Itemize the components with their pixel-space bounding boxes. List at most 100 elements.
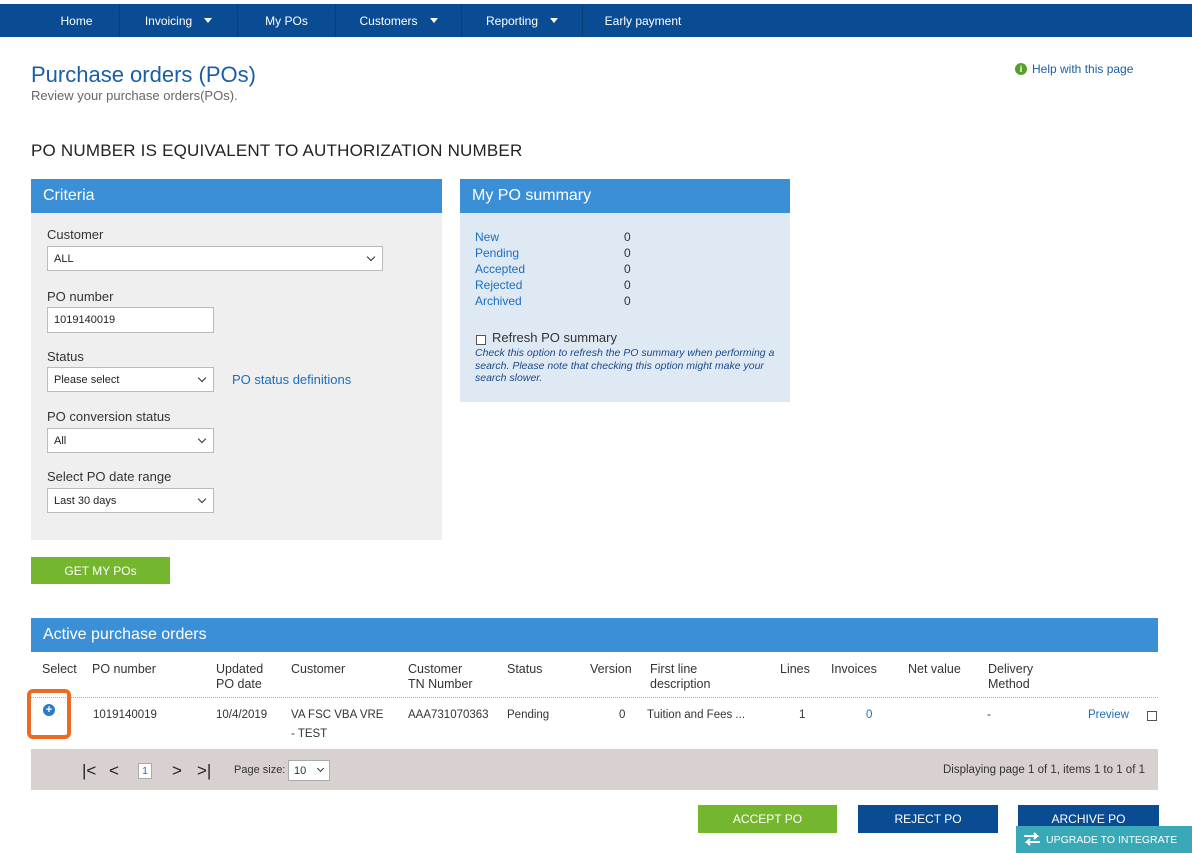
summary-value: 0: [624, 278, 631, 292]
summary-row-rejected[interactable]: Rejected 0: [475, 278, 635, 292]
chevron-down-icon: [204, 18, 213, 23]
chevron-down-icon: [316, 764, 325, 773]
nav-my-pos[interactable]: My POs: [238, 4, 336, 37]
summary-value: 0: [624, 294, 631, 308]
conversion-status-value: All: [54, 434, 67, 447]
row-updated: 10/4/2019: [216, 709, 268, 721]
summary-label: Rejected: [475, 278, 523, 292]
chevron-down-icon: [366, 252, 376, 262]
next-page-icon[interactable]: >: [172, 761, 182, 781]
row-customer: VA FSC VBA VRE - TEST: [291, 706, 383, 744]
summary-row-archived[interactable]: Archived 0: [475, 294, 635, 308]
nav-home-label: Home: [60, 13, 93, 28]
po-status-definitions-link[interactable]: PO status definitions: [232, 372, 351, 387]
col-updated-line2: PO date: [216, 677, 262, 691]
summary-row-accepted[interactable]: Accepted 0: [475, 262, 635, 276]
help-link[interactable]: i Help with this page: [1015, 62, 1133, 76]
summary-row-new[interactable]: New 0: [475, 230, 635, 244]
nav-invoicing[interactable]: Invoicing: [120, 4, 238, 37]
page-size-label: Page size:: [234, 764, 286, 776]
col-invoices[interactable]: Invoices: [831, 662, 877, 677]
pager: |< < 1 > >| Page size: 10 Displaying pag…: [31, 749, 1158, 790]
nav-customers-label: Customers: [359, 13, 418, 28]
refresh-summary-note: Check this option to refresh the PO summ…: [475, 347, 775, 384]
page-size-value: 10: [294, 764, 307, 777]
row-tn-number: AAA731070363: [408, 709, 489, 721]
summary-value: 0: [624, 230, 631, 244]
col-tn-number[interactable]: Customer TN Number: [408, 662, 473, 692]
customer-select-value: ALL: [54, 252, 74, 265]
first-page-icon[interactable]: |<: [82, 761, 96, 781]
row-checkbox[interactable]: [1147, 711, 1157, 721]
col-tn-line2: TN Number: [408, 677, 473, 691]
date-range-select[interactable]: Last 30 days: [47, 488, 214, 513]
conversion-status-select[interactable]: All: [47, 428, 214, 453]
info-icon: i: [1015, 63, 1027, 75]
summary-row-pending[interactable]: Pending 0: [475, 246, 635, 260]
criteria-title: Criteria: [31, 179, 442, 213]
row-status: Pending: [507, 709, 550, 721]
nav-home[interactable]: Home: [34, 4, 120, 37]
header-divider: [31, 697, 1158, 698]
pager-info: Displaying page 1 of 1, items 1 to 1 of …: [942, 764, 1145, 776]
col-delivery-line1: Delivery: [988, 662, 1034, 676]
po-number-label: PO number: [47, 289, 114, 304]
summary-label: Archived: [475, 294, 522, 308]
prev-page-icon[interactable]: <: [109, 761, 119, 781]
col-first-line-line1: First line: [650, 662, 698, 676]
swap-arrows-icon: [1024, 832, 1040, 846]
row-invoices-link[interactable]: 0: [866, 709, 872, 721]
status-select[interactable]: Please select: [47, 367, 214, 392]
conversion-status-label: PO conversion status: [47, 409, 171, 424]
col-lines[interactable]: Lines: [780, 662, 810, 677]
upgrade-label: UPGRADE TO INTEGRATE: [1046, 833, 1178, 846]
summary-label: New: [475, 230, 500, 244]
reject-po-button[interactable]: REJECT PO: [858, 805, 998, 833]
col-first-line[interactable]: First line description: [650, 662, 710, 692]
nav-reporting-label: Reporting: [485, 13, 539, 28]
status-select-value: Please select: [54, 373, 120, 386]
date-range-label: Select PO date range: [47, 469, 172, 484]
date-range-value: Last 30 days: [54, 494, 117, 507]
page-number[interactable]: 1: [138, 763, 152, 779]
refresh-summary-checkbox[interactable]: [476, 335, 486, 345]
help-link-label: Help with this page: [1032, 62, 1134, 76]
row-po-number: 1019140019: [93, 709, 157, 721]
nav-customers[interactable]: Customers: [336, 4, 462, 37]
col-po-number[interactable]: PO number: [92, 662, 156, 677]
page-size-select[interactable]: 10: [288, 760, 330, 781]
col-delivery-line2: Method: [988, 677, 1030, 691]
row-first-line: Tuition and Fees ...: [647, 709, 746, 721]
summary-value: 0: [624, 246, 631, 260]
row-preview-link[interactable]: Preview: [1088, 709, 1129, 721]
col-version[interactable]: Version: [590, 662, 632, 677]
row-customer-line1: VA FSC VBA VRE: [291, 709, 384, 721]
nav-my-pos-label: My POs: [265, 13, 308, 28]
nav-early-payment[interactable]: Early payment: [583, 4, 703, 37]
summary-title: My PO summary: [460, 179, 790, 213]
chevron-down-icon: [429, 18, 438, 23]
col-customer[interactable]: Customer: [291, 662, 345, 677]
page-title: Purchase orders (POs): [31, 62, 256, 87]
summary-value: 0: [624, 262, 631, 276]
chevron-down-icon: [197, 494, 207, 504]
col-delivery[interactable]: Delivery Method: [988, 662, 1033, 692]
col-status[interactable]: Status: [507, 662, 542, 677]
po-number-input[interactable]: [47, 307, 214, 333]
col-updated[interactable]: Updated PO date: [216, 662, 263, 692]
upgrade-banner[interactable]: UPGRADE TO INTEGRATE: [1016, 826, 1192, 853]
col-first-line-line2: description: [650, 677, 711, 691]
nav-invoicing-label: Invoicing: [144, 13, 193, 28]
row-version: 0: [619, 709, 626, 721]
refresh-summary-label: Refresh PO summary: [492, 330, 617, 345]
nav-reporting[interactable]: Reporting: [462, 4, 583, 37]
accept-po-button[interactable]: ACCEPT PO: [698, 805, 837, 833]
col-tn-line1: Customer: [408, 662, 463, 676]
status-label: Status: [47, 349, 84, 364]
get-my-pos-button[interactable]: GET MY POs: [31, 557, 170, 584]
col-net-value[interactable]: Net value: [908, 662, 961, 677]
po-notice: PO NUMBER IS EQUIVALENT TO AUTHORIZATION…: [31, 141, 523, 160]
plus-circle-icon[interactable]: +: [43, 704, 55, 716]
last-page-icon[interactable]: >|: [197, 761, 211, 781]
customer-select[interactable]: ALL: [47, 246, 383, 271]
